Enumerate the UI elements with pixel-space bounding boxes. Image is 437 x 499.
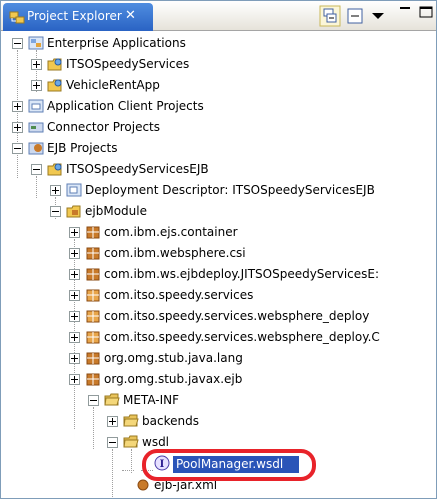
annotation-highlight-ring — [142, 449, 316, 481]
expand-toggle[interactable] — [50, 185, 61, 196]
tree-item-label: ITSOSpeedyServices — [66, 57, 190, 71]
tree-item-itsospeedyservices[interactable]: ITSOSpeedyServices — [1, 54, 436, 75]
expand-toggle[interactable] — [31, 80, 42, 91]
project-explorer-icon — [9, 11, 25, 24]
tree-item-meta-inf[interactable]: META-INF — [1, 390, 436, 411]
tree-item-label: Enterprise Applications — [47, 36, 186, 50]
expand-toggle[interactable] — [31, 59, 42, 70]
tree-item-backends[interactable]: backends — [1, 411, 436, 432]
link-with-editor-icon[interactable] — [345, 5, 367, 27]
collapse-toggle[interactable] — [31, 164, 42, 175]
tree-item-package[interactable]: com.ibm.ejs.container — [1, 222, 436, 243]
folder-icon — [123, 435, 139, 448]
expand-toggle[interactable] — [69, 290, 80, 301]
expand-toggle[interactable] — [69, 374, 80, 385]
tree-item-connector-projects[interactable]: Connector Projects — [1, 117, 436, 138]
expand-toggle[interactable] — [69, 353, 80, 364]
connector-icon — [28, 122, 44, 133]
tree-item-label: META-INF — [123, 393, 180, 407]
tree-item-label: com.itso.speedy.services.websphere_deplo… — [104, 309, 370, 323]
tree-item-label: com.ibm.ws.ejbdeploy.JITSOSpeedyServices… — [104, 267, 380, 281]
collapse-toggle[interactable] — [107, 437, 118, 448]
maximize-icon[interactable] — [418, 5, 434, 19]
tree-item-label: com.ibm.ejs.container — [104, 225, 238, 239]
package-icon — [86, 289, 100, 302]
enterprise-app-icon — [28, 36, 44, 50]
tree-item-label: com.ibm.websphere.csi — [104, 246, 246, 260]
tree-item-label: org.omg.stub.javax.ejb — [104, 372, 243, 386]
tree-item-package[interactable]: com.itso.speedy.services — [1, 285, 436, 306]
source-folder-icon — [66, 205, 81, 218]
project-tree: Enterprise Applications ITSOSpeedyServic… — [1, 33, 436, 498]
collapse-toggle[interactable] — [12, 143, 23, 154]
collapse-toggle[interactable] — [88, 395, 99, 406]
tree-item-label: ejbModule — [85, 204, 147, 218]
tree-item-package[interactable]: com.ibm.websphere.csi — [1, 243, 436, 264]
expand-toggle[interactable] — [69, 332, 80, 343]
tree-item-label: com.itso.speedy.services — [104, 288, 254, 302]
view-title-bar: Project Explorer ✕ — [1, 1, 436, 31]
tree-item-ejb-projects[interactable]: EJB Projects — [1, 138, 436, 159]
minimize-icon[interactable] — [398, 5, 412, 19]
expand-toggle[interactable] — [12, 122, 23, 133]
collapse-toggle[interactable] — [50, 206, 61, 217]
expand-toggle[interactable] — [12, 101, 23, 112]
collapse-toggle[interactable] — [12, 38, 23, 49]
xml-file-icon — [137, 479, 149, 491]
project-explorer-view: Project Explorer ✕ Enterprise Applicatio… — [0, 0, 437, 499]
expand-toggle[interactable] — [69, 311, 80, 322]
tree-item-label: com.itso.speedy.services.websphere_deplo… — [104, 330, 380, 344]
collapse-all-icon[interactable] — [319, 5, 341, 27]
expand-toggle[interactable] — [69, 227, 80, 238]
tree-item-label: Application Client Projects — [47, 99, 204, 113]
expand-toggle[interactable] — [69, 248, 80, 259]
expand-toggle[interactable] — [69, 269, 80, 280]
tree-item-label: EJB Projects — [47, 141, 118, 155]
tree-item-deployment-descriptor[interactable]: Deployment Descriptor: ITSOSpeedyService… — [1, 180, 436, 201]
expand-toggle[interactable] — [107, 416, 118, 427]
package-icon — [86, 247, 100, 260]
tree-item-package[interactable]: org.omg.stub.java.lang — [1, 348, 436, 369]
ear-project-icon — [47, 58, 62, 71]
tree-item-package[interactable]: com.ibm.ws.ejbdeploy.JITSOSpeedyServices… — [1, 264, 436, 285]
folder-icon — [123, 414, 139, 427]
package-icon — [86, 310, 100, 323]
ejb-projects-icon — [28, 142, 44, 155]
appclient-icon — [28, 99, 44, 113]
tree-item-application-client-projects[interactable]: Application Client Projects — [1, 96, 436, 117]
tree-item-enterprise-applications[interactable]: Enterprise Applications — [1, 33, 436, 54]
tree-item-label: VehicleRentApp — [66, 78, 160, 92]
package-icon — [86, 268, 100, 281]
tree-item-label: ITSOSpeedyServicesEJB — [66, 162, 209, 176]
tree-item-label: backends — [142, 414, 199, 428]
deployment-descriptor-icon — [66, 183, 82, 197]
tree-item-package[interactable]: com.itso.speedy.services.websphere_deplo… — [1, 306, 436, 327]
package-icon — [86, 352, 100, 365]
tab-label: Project Explorer — [27, 9, 122, 23]
ejb-project-icon — [47, 163, 62, 176]
close-icon[interactable]: ✕ — [125, 8, 136, 23]
tree-item-label: org.omg.stub.java.lang — [104, 351, 243, 365]
tree-item-package[interactable]: com.itso.speedy.services.websphere_deplo… — [1, 327, 436, 348]
tab-project-explorer[interactable]: Project Explorer ✕ — [3, 3, 153, 31]
tree-item-label: Connector Projects — [47, 120, 161, 134]
tree-item-ejbmodule[interactable]: ejbModule — [1, 201, 436, 222]
tree-item-label: Deployment Descriptor: ITSOSpeedyService… — [85, 183, 375, 197]
package-icon — [86, 331, 100, 344]
tree-item-label: wsdl — [142, 435, 170, 449]
view-menu-icon[interactable] — [371, 11, 385, 21]
folder-icon — [104, 393, 120, 406]
package-icon — [86, 373, 100, 386]
tree-item-package[interactable]: org.omg.stub.javax.ejb — [1, 369, 436, 390]
tree-item-vehiclerentapp[interactable]: VehicleRentApp — [1, 75, 436, 96]
package-icon — [86, 226, 100, 239]
ear-project-icon — [47, 79, 62, 92]
tree-item-itsospeedyservicesejb[interactable]: ITSOSpeedyServicesEJB — [1, 159, 436, 180]
